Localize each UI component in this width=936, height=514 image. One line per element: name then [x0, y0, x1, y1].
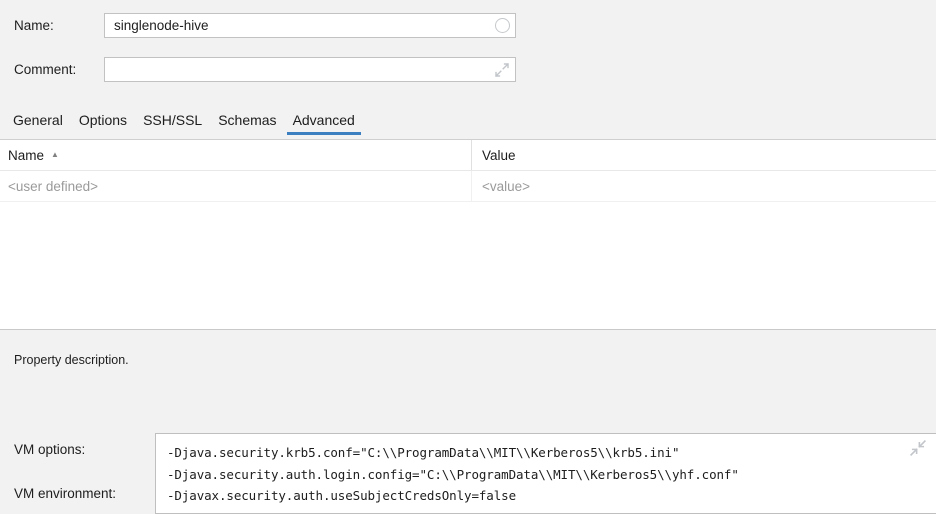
- tab-options[interactable]: Options: [71, 110, 135, 135]
- tab-schemas-label: Schemas: [218, 112, 277, 128]
- column-header-name-label: Name: [8, 147, 45, 163]
- comment-input[interactable]: [104, 57, 516, 82]
- vm-options-text: -Djava.security.krb5.conf="C:\\ProgramDa…: [167, 445, 739, 503]
- advanced-properties-table: Name ▲ Value <user defined> <value>: [0, 140, 936, 329]
- sort-ascending-icon: ▲: [51, 150, 59, 159]
- vm-options-label: VM options:: [14, 442, 86, 457]
- name-input[interactable]: singlenode-hive: [104, 13, 516, 38]
- tab-general-label: General: [13, 112, 63, 128]
- tab-schemas[interactable]: Schemas: [210, 110, 284, 135]
- vm-options-textarea[interactable]: -Djava.security.krb5.conf="C:\\ProgramDa…: [155, 433, 936, 514]
- vm-settings-section: VM options: VM environment: -Djava.secur…: [0, 425, 936, 514]
- expand-icon: [495, 62, 509, 77]
- property-description-text: Property description.: [14, 353, 129, 367]
- tab-ssh-ssl-label: SSH/SSL: [143, 112, 203, 128]
- tab-advanced[interactable]: Advanced: [285, 110, 363, 135]
- identity-form: Name: singlenode-hive Comment:: [0, 0, 936, 105]
- comment-row: Comment:: [0, 57, 936, 82]
- name-status-indicator: [489, 14, 515, 37]
- vm-options-collapse-button[interactable]: [910, 440, 928, 458]
- column-header-value[interactable]: Value: [471, 140, 936, 170]
- collapse-icon: [910, 440, 928, 456]
- tab-options-label: Options: [78, 112, 128, 128]
- tab-advanced-label: Advanced: [292, 112, 355, 128]
- circle-icon: [494, 18, 510, 33]
- column-header-value-label: Value: [482, 147, 516, 163]
- column-header-name[interactable]: Name ▲: [0, 140, 471, 170]
- property-description-panel: Property description.: [0, 329, 936, 425]
- comment-label: Comment:: [14, 62, 77, 77]
- name-input-value: singlenode-hive: [114, 18, 209, 33]
- tab-ssh-ssl[interactable]: SSH/SSL: [135, 110, 210, 135]
- name-label: Name:: [14, 18, 54, 33]
- table-row[interactable]: <user defined> <value>: [0, 171, 936, 202]
- settings-tabbar[interactable]: General Options SSH/SSL Schemas Advanced: [0, 110, 936, 140]
- table-header-row: Name ▲ Value: [0, 140, 936, 171]
- cell-property-value[interactable]: <value>: [471, 171, 936, 201]
- name-row: Name: singlenode-hive: [0, 13, 936, 38]
- vm-environment-label: VM environment:: [14, 486, 117, 501]
- cell-property-name[interactable]: <user defined>: [0, 171, 471, 201]
- comment-expand-button[interactable]: [489, 58, 515, 81]
- tab-general[interactable]: General: [5, 110, 71, 135]
